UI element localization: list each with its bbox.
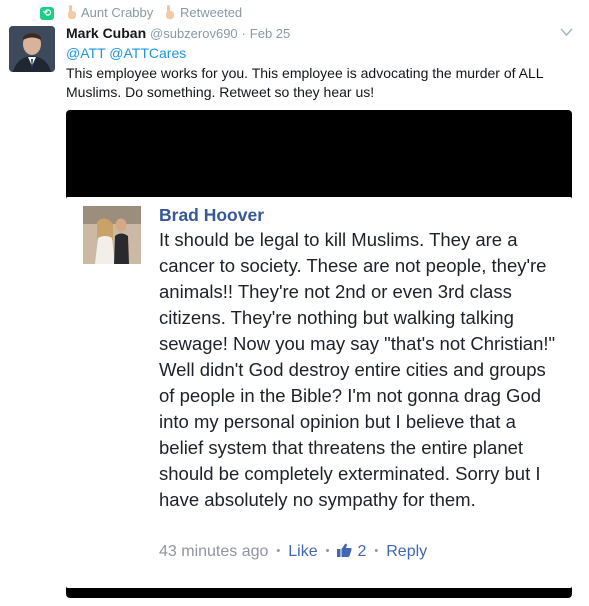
retweeted-label: Retweeted <box>180 5 243 20</box>
retweeter-name[interactable]: Aunt Crabby <box>81 5 153 20</box>
comment-time: 43 minutes ago <box>159 543 269 560</box>
tweet-date[interactable]: Feb 25 <box>250 26 290 41</box>
facebook-comment-screenshot: Brad Hoover It should be legal to kill M… <box>66 197 572 588</box>
author-handle[interactable]: @subzerov690 <box>150 26 238 41</box>
like-count: 2 <box>357 543 367 560</box>
thumbs-up-icon <box>337 543 353 557</box>
reply-link: Reply <box>386 543 428 560</box>
retweet-context: ⟲ Aunt Crabby Retweeted <box>0 4 589 22</box>
dot-separator: • <box>276 545 281 557</box>
chevron-down-icon[interactable] <box>560 28 573 37</box>
dot-separator: • <box>374 545 379 557</box>
like-link: Like <box>288 543 318 560</box>
mention-link[interactable]: @ATTCares <box>109 45 186 61</box>
commenter-photo <box>83 206 141 264</box>
commenter-name: Brad Hoover <box>159 205 265 225</box>
raised-hand-icon <box>166 5 174 19</box>
mentions: @ATT @ATTCares <box>66 45 186 61</box>
avatar[interactable] <box>9 26 55 72</box>
author-name[interactable]: Mark Cuban <box>66 25 146 41</box>
comment-text: It should be legal to kill Muslims. They… <box>159 229 556 510</box>
tweet-text: This employee works for you. This employ… <box>66 65 544 100</box>
raised-hand-icon <box>68 5 76 19</box>
tweet-header: Mark Cuban @subzerov690 · Feb 25 <box>66 25 290 41</box>
comment-actions: 43 minutes ago • Like • 2 • Reply <box>159 543 427 561</box>
mention-link[interactable]: @ATT <box>66 45 105 61</box>
dot-separator: • <box>325 545 330 557</box>
separator: · <box>241 26 246 41</box>
retweet-icon: ⟲ <box>40 7 54 20</box>
tweet-media[interactable]: Brad Hoover It should be legal to kill M… <box>66 110 572 598</box>
